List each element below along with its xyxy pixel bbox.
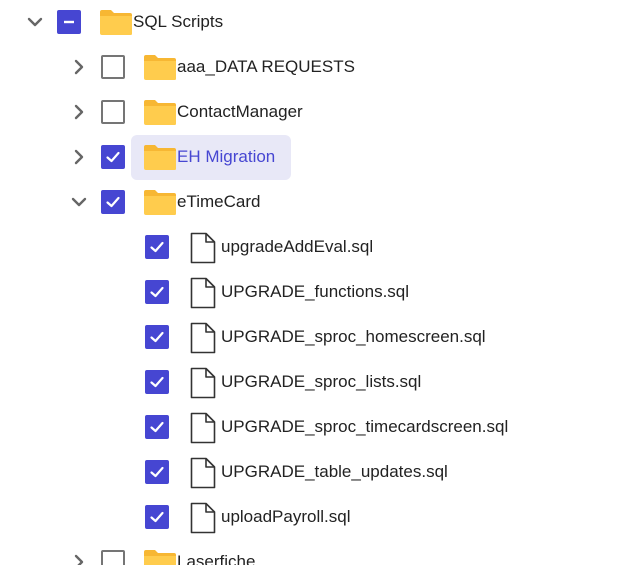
file-icon — [190, 277, 216, 309]
tree-leaf-file[interactable]: UPGRADE_table_updates.sql — [0, 450, 637, 495]
tree-leaf-file[interactable]: UPGRADE_sproc_homescreen.sql — [0, 315, 637, 360]
chevron-right-icon[interactable] — [65, 548, 93, 565]
chevron-down-icon[interactable] — [65, 188, 93, 216]
tree-leaf-file[interactable]: UPGRADE_sproc_lists.sql — [0, 360, 637, 405]
tree-node-label: UPGRADE_table_updates.sql — [221, 462, 448, 481]
tree-node-label: SQL Scripts — [133, 12, 224, 31]
tree-node-label: UPGRADE_functions.sql — [221, 282, 410, 301]
tree-node-label: uploadPayroll.sql — [221, 507, 351, 526]
chevron-down-icon[interactable] — [21, 8, 49, 36]
checkbox[interactable] — [145, 505, 169, 529]
tree-node-label: ContactManager — [177, 102, 303, 121]
tree-leaf-file[interactable]: UPGRADE_functions.sql — [0, 270, 637, 315]
tree-leaf-file[interactable]: uploadPayroll.sql — [0, 495, 637, 540]
file-icon — [190, 412, 216, 444]
tree-node-etimecard[interactable]: eTimeCard — [0, 180, 637, 225]
folder-icon — [143, 548, 177, 565]
tree-node-label: UPGRADE_sproc_lists.sql — [221, 372, 422, 391]
file-icon — [190, 457, 216, 489]
chevron-right-icon[interactable] — [65, 143, 93, 171]
folder-icon — [143, 143, 177, 171]
file-tree: SQL Scripts aaa_DATA REQUESTS ContactMan… — [0, 0, 637, 565]
checkbox[interactable] — [101, 55, 125, 79]
chevron-right-icon[interactable] — [65, 98, 93, 126]
checkbox[interactable] — [145, 280, 169, 304]
tree-leaf-file[interactable]: upgradeAddEval.sql — [0, 225, 637, 270]
checkbox[interactable] — [145, 415, 169, 439]
checkbox[interactable] — [101, 190, 125, 214]
tree-node-eh-migration[interactable]: EH Migration — [0, 135, 637, 180]
checkbox[interactable] — [145, 235, 169, 259]
tree-leaf-file[interactable]: UPGRADE_sproc_timecardscreen.sql — [0, 405, 637, 450]
file-icon — [190, 322, 216, 354]
checkbox[interactable] — [145, 325, 169, 349]
tree-node-label: upgradeAddEval.sql — [221, 237, 374, 256]
file-icon — [190, 367, 216, 399]
tree-node-aaa-data-requests[interactable]: aaa_DATA REQUESTS — [0, 45, 637, 90]
folder-icon — [143, 188, 177, 216]
tree-node-laserfiche[interactable]: Laserfiche — [0, 540, 637, 565]
tree-node-label: aaa_DATA REQUESTS — [177, 57, 355, 76]
tree-node-label: UPGRADE_sproc_timecardscreen.sql — [221, 417, 509, 436]
folder-icon — [143, 53, 177, 81]
folder-icon — [143, 98, 177, 126]
folder-icon — [99, 8, 133, 36]
tree-node-sql-scripts[interactable]: SQL Scripts — [0, 0, 637, 45]
chevron-right-icon[interactable] — [65, 53, 93, 81]
tree-node-contactmanager[interactable]: ContactManager — [0, 90, 637, 135]
tri-state-checkbox[interactable] — [57, 10, 81, 34]
tree-node-label: eTimeCard — [177, 192, 261, 211]
tree-node-label: Laserfiche — [177, 552, 256, 565]
checkbox[interactable] — [101, 100, 125, 124]
checkbox[interactable] — [145, 460, 169, 484]
checkbox[interactable] — [145, 370, 169, 394]
checkbox[interactable] — [101, 145, 125, 169]
tree-node-label: UPGRADE_sproc_homescreen.sql — [221, 327, 486, 346]
tree-node-label: EH Migration — [177, 147, 276, 166]
file-icon — [190, 502, 216, 534]
file-icon — [190, 232, 216, 264]
checkbox[interactable] — [101, 550, 125, 565]
